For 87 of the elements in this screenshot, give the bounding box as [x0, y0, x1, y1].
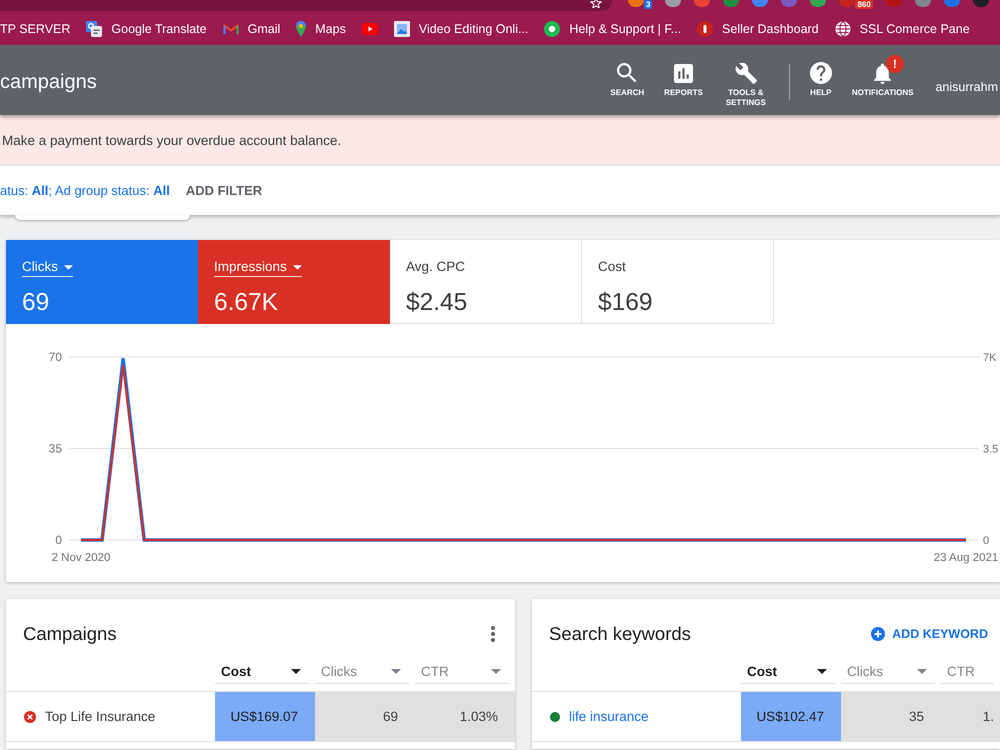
more-options-icon[interactable] — [491, 626, 495, 642]
axis-label: 7K — [983, 352, 996, 364]
metric-label: Cost — [598, 259, 626, 276]
metric-value: $169 — [598, 289, 654, 317]
metric-tile[interactable]: Impressions 6.67K — [198, 240, 390, 324]
bookmark-link[interactable]: Seller Dashboard — [697, 20, 819, 36]
table-cell: 69 — [315, 692, 415, 741]
axis-label: 3.5 — [983, 444, 998, 456]
help-icon — [810, 62, 832, 84]
column-header[interactable]: CTR — [941, 660, 994, 684]
account-name[interactable]: anisurrahm — [935, 80, 998, 94]
row-name-link[interactable]: life insurance — [569, 709, 649, 724]
bookmark-link[interactable]: Gmail — [222, 22, 280, 36]
metric-tile[interactable]: Cost $169 — [582, 240, 774, 324]
bookmark-link[interactable]: TP SERVER — [0, 22, 70, 36]
extension-icon[interactable] — [972, 0, 989, 7]
extension-icon[interactable] — [839, 0, 856, 7]
tools-button[interactable]: TOOLS & SETTINGS — [712, 62, 779, 108]
metric-label: Avg. CPC — [406, 259, 466, 276]
bookmark-link[interactable]: Maps — [296, 20, 346, 36]
axis-label: 0 — [983, 535, 990, 547]
metric-dropdown[interactable]: Clicks — [22, 259, 73, 277]
column-header[interactable]: Cost — [741, 660, 835, 684]
tiles-icon — [86, 20, 102, 36]
metric-tile[interactable]: Avg. CPC $2.45 — [390, 240, 582, 324]
table-cell: US$102.47 — [741, 692, 841, 741]
axis-label: 2 Nov 2020 — [52, 552, 110, 564]
card-title: Campaigns — [23, 623, 117, 645]
extension-icon[interactable] — [752, 0, 768, 7]
extension-icon[interactable] — [628, 0, 644, 7]
table-cell: 1. — [941, 692, 1000, 741]
plus-circle-icon — [871, 627, 886, 641]
metric-dropdown[interactable]: Impressions — [214, 259, 302, 277]
extension-icon[interactable] — [694, 0, 710, 7]
notification-badge: ! — [886, 55, 904, 73]
round-logo-icon — [544, 20, 560, 36]
search-button[interactable]: SEARCH — [600, 62, 654, 98]
extension-icon[interactable] — [781, 0, 798, 7]
card-title: Search keywords — [549, 623, 691, 645]
bell-icon — [874, 62, 892, 84]
mail-icon — [222, 22, 239, 34]
globe-icon — [834, 20, 851, 36]
bookmark-link[interactable]: Google Translate — [86, 20, 207, 36]
axis-label: 23 Aug 2021 — [934, 552, 998, 564]
extension-icon[interactable] — [914, 0, 931, 7]
table-cell: US$169.07 — [215, 692, 315, 741]
alert-message: Make a payment towards your overdue account balance. — [2, 132, 342, 148]
bookmark-link[interactable]: Help & Support | F... — [544, 20, 682, 36]
metric-value: 69 — [22, 289, 50, 317]
search-icon — [617, 63, 638, 83]
column-header[interactable]: Cost — [215, 660, 309, 684]
extension-badge: 860 — [855, 0, 873, 9]
filter-summary[interactable]: atus: All; Ad group status: All — [0, 183, 170, 198]
row-name: Top Life Insurance — [45, 709, 156, 724]
metric-value: 6.67K — [214, 289, 280, 317]
caret-icon — [64, 264, 73, 270]
axis-label: 0 — [55, 533, 62, 547]
bookmark-link[interactable]: Video Editing Onli... — [394, 20, 528, 36]
help-button[interactable]: HELP — [800, 62, 842, 98]
reports-button[interactable]: REPORTS — [654, 62, 713, 98]
bookmark-link[interactable]: SSL Comerce Pane — [834, 20, 970, 36]
page-title: campaigns — [0, 70, 97, 94]
add-filter-button[interactable]: ADD FILTER — [186, 183, 262, 198]
bar-chart-icon — [674, 64, 693, 82]
extension-icon[interactable] — [944, 0, 960, 7]
map-pin-icon — [296, 20, 306, 36]
table-cell: 35 — [841, 692, 941, 741]
star-icon[interactable] — [590, 0, 602, 8]
add-button[interactable]: ADD KEYWORD — [871, 627, 988, 641]
bookmark-link[interactable] — [362, 22, 378, 34]
round-logo-icon — [697, 20, 714, 36]
axis-label: 35 — [48, 442, 62, 456]
axis-label: 70 — [48, 350, 62, 364]
play-icon — [362, 22, 378, 34]
extension-icon[interactable] — [665, 0, 682, 7]
caret-icon — [292, 264, 302, 270]
column-header[interactable]: Clicks — [841, 660, 935, 684]
extension-icon[interactable] — [810, 0, 826, 7]
table-cell: 1.03% — [415, 692, 515, 741]
column-header[interactable]: Clicks — [315, 660, 409, 684]
extension-icon[interactable] — [723, 0, 740, 7]
image-icon — [394, 20, 410, 36]
wrench-icon — [734, 62, 757, 84]
extension-badge: 3 — [644, 0, 652, 9]
column-header[interactable]: CTR — [415, 660, 509, 684]
metric-tile[interactable]: Clicks 69 — [6, 240, 198, 324]
metric-value: $2.45 — [406, 289, 468, 317]
